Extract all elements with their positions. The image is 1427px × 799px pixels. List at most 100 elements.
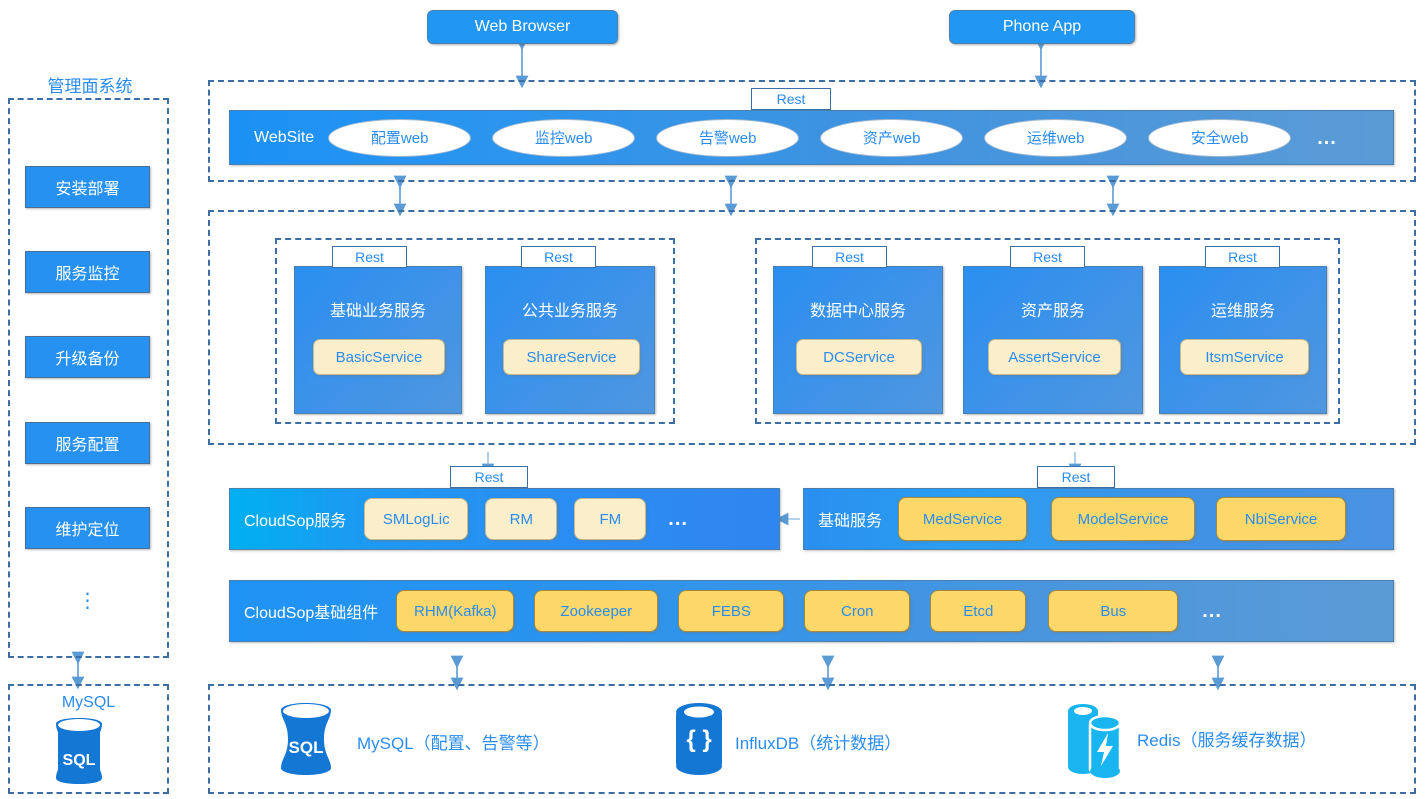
management-mysql-title: MySQL (61, 694, 116, 711)
influxdb-cylinder-icon: { } (673, 703, 725, 775)
mysql-icon-text: SQL (289, 738, 324, 757)
website-node-label: 运维web (1026, 130, 1085, 147)
service-pill-label: AssertService (1008, 348, 1101, 366)
mgmt-item-label: 维护定位 (55, 522, 120, 539)
cloudsop-more-indicator: ... (668, 508, 688, 530)
basic-service-label: 基础服务 (818, 513, 883, 530)
service-card-title: 数据中心服务 (809, 303, 906, 320)
component-pill-label: FEBS (711, 602, 751, 620)
rest-tag-common-business: Rest (521, 246, 596, 268)
website-node-alarm[interactable]: 告警web (656, 118, 800, 157)
service-pill-itsmservice[interactable]: ItsmService (1180, 339, 1309, 375)
service-card-asset[interactable]: 资产服务 AssertService (963, 266, 1143, 414)
basic-pill-medservice[interactable]: MedService (898, 497, 1028, 541)
mgmt-item-install-deploy[interactable]: 安装部署 (25, 166, 150, 208)
component-pill-label: RHM(Kafka) (414, 602, 497, 620)
mgmt-item-label: 服务监控 (55, 266, 120, 283)
cloudsop-pill-label: RM (509, 510, 533, 528)
cloudsop-pill-label: FM (599, 510, 622, 528)
service-card-title: 基础业务服务 (329, 303, 426, 320)
components-more-indicator: ... (1202, 600, 1222, 622)
architecture-diagram: Web Browser Phone App 管理面系统 安装部署 服务监控 升级… (0, 0, 1427, 799)
rest-tag-cloudsop: Rest (450, 466, 528, 488)
mgmt-item-label: 安装部署 (55, 181, 120, 198)
rest-tag-asset: Rest (1010, 246, 1085, 268)
website-node-label: 监控web (534, 130, 593, 147)
cloudsop-pill-fm[interactable]: FM (574, 498, 647, 540)
sql-icon-text: SQL (63, 752, 96, 769)
component-pill-cron[interactable]: Cron (804, 590, 911, 632)
rest-tag-basic-service: Rest (1037, 466, 1115, 488)
service-card-datacenter[interactable]: 数据中心服务 DCService (773, 266, 943, 414)
cloudsop-pill-smloglic[interactable]: SMLogLic (364, 498, 469, 540)
component-pill-label: Zookeeper (560, 602, 633, 620)
basic-pill-modelservice[interactable]: ModelService (1051, 497, 1196, 541)
rest-tag-basic-business: Rest (332, 246, 407, 268)
cloudsop-service-bar: CloudSop服务 SMLogLic RM FM ... (229, 488, 780, 550)
website-node-monitor[interactable]: 监控web (492, 118, 636, 157)
rest-tag-website: Rest (751, 88, 831, 110)
components-bar: CloudSop基础组件 RHM(Kafka) Zookeeper FEBS C… (229, 580, 1394, 642)
management-section-title: 管理面系统 (47, 77, 133, 96)
basic-pill-label: ModelService (1077, 510, 1169, 528)
website-node-label: 安全web (1190, 130, 1249, 147)
website-label: WebSite (254, 128, 315, 146)
service-pill-label: BasicService (335, 348, 423, 366)
mgmt-more-indicator: ⋮ (77, 590, 98, 612)
basic-service-bar: 基础服务 MedService ModelService NbiService (803, 488, 1394, 550)
cloudsop-pill-label: SMLogLic (382, 510, 450, 528)
service-pill-assertservice[interactable]: AssertService (988, 339, 1121, 375)
service-card-title: 资产服务 (1020, 303, 1085, 320)
website-node-config[interactable]: 配置web (328, 118, 472, 157)
component-pill-etcd[interactable]: Etcd (930, 590, 1027, 632)
components-label: CloudSop基础组件 (244, 605, 379, 622)
component-pill-febs[interactable]: FEBS (678, 590, 785, 632)
website-node-label: 资产web (862, 130, 921, 147)
service-pill-label: DCService (823, 348, 895, 366)
website-more-indicator: ... (1317, 126, 1337, 149)
web-browser-label: Web Browser (474, 18, 571, 35)
component-pill-label: Etcd (963, 602, 994, 620)
influxdb-label: InfluxDB（统计数据） (735, 734, 902, 753)
web-browser-box[interactable]: Web Browser (427, 10, 618, 44)
mgmt-item-service-config[interactable]: 服务配置 (25, 422, 150, 464)
basic-pill-nbiservice[interactable]: NbiService (1216, 497, 1347, 541)
redis-label: Redis（服务缓存数据） (1137, 731, 1317, 750)
website-node-ops[interactable]: 运维web (984, 118, 1128, 157)
service-pill-label: ShareService (526, 348, 617, 366)
service-card-basic-business[interactable]: 基础业务服务 BasicService (294, 266, 462, 414)
mgmt-item-maintenance-locate[interactable]: 维护定位 (25, 507, 150, 549)
website-node-label: 配置web (370, 130, 429, 147)
cloudsop-pill-rm[interactable]: RM (485, 498, 558, 540)
website-node-asset[interactable]: 资产web (820, 118, 964, 157)
website-bar: WebSite 配置web 监控web 告警web 资产web 运维web 安全… (229, 110, 1394, 165)
service-pill-basicservice[interactable]: BasicService (313, 339, 445, 375)
component-pill-rhm-kafka[interactable]: RHM(Kafka) (396, 590, 515, 632)
mgmt-item-label: 服务配置 (55, 437, 120, 454)
service-card-common-business[interactable]: 公共业务服务 ShareService (485, 266, 655, 414)
website-node-security[interactable]: 安全web (1148, 118, 1292, 157)
service-pill-label: ItsmService (1205, 348, 1284, 366)
service-pill-shareservice[interactable]: ShareService (503, 339, 640, 375)
component-pill-bus[interactable]: Bus (1048, 590, 1179, 632)
cloudsop-label: CloudSop服务 (244, 513, 347, 530)
mgmt-item-label: 升级备份 (55, 351, 120, 368)
component-pill-zookeeper[interactable]: Zookeeper (534, 590, 659, 632)
phone-app-label: Phone App (1002, 18, 1082, 35)
redis-bolt-icon (1066, 700, 1128, 778)
service-pill-dcservice[interactable]: DCService (796, 339, 922, 375)
phone-app-box[interactable]: Phone App (949, 10, 1135, 44)
service-card-title: 公共业务服务 (521, 303, 618, 320)
rest-tag-ops: Rest (1205, 246, 1280, 268)
component-pill-label: Cron (841, 602, 874, 620)
website-node-label: 告警web (698, 130, 757, 147)
mgmt-item-upgrade-backup[interactable]: 升级备份 (25, 336, 150, 378)
service-card-ops[interactable]: 运维服务 ItsmService (1159, 266, 1327, 414)
basic-pill-label: MedService (922, 510, 1003, 528)
component-pill-label: Bus (1100, 602, 1127, 620)
basic-pill-label: NbiService (1244, 510, 1318, 528)
mgmt-item-service-monitor[interactable]: 服务监控 (25, 251, 150, 293)
service-card-title: 运维服务 (1210, 303, 1275, 320)
mysql-cylinder-icon: SQL (275, 703, 337, 775)
rest-tag-datacenter: Rest (812, 246, 887, 268)
